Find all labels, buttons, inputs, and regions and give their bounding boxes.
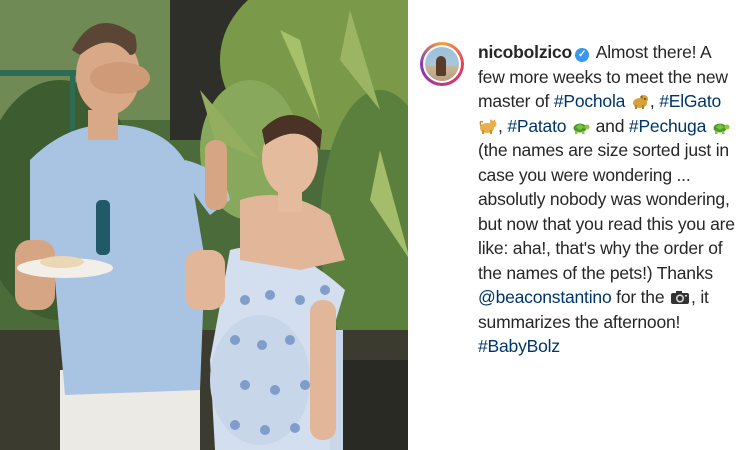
avatar-figure bbox=[436, 56, 446, 76]
camera-emoji-icon bbox=[671, 291, 690, 304]
hashtag-pechuga[interactable]: #Pechuga bbox=[629, 116, 706, 136]
mention-beaconstantino[interactable]: @beaconstantino bbox=[478, 287, 612, 307]
hashtag-patato[interactable]: #Patato bbox=[507, 116, 566, 136]
separator: , bbox=[498, 115, 503, 136]
avatar-image bbox=[425, 47, 459, 81]
caption-panel: nicobolzico ✓ Almost there! A few more we… bbox=[414, 0, 750, 450]
turtle-emoji-icon bbox=[713, 123, 730, 134]
turtle-emoji-icon bbox=[573, 123, 590, 134]
username-link[interactable]: nicobolzico bbox=[478, 42, 572, 62]
and-text: and bbox=[595, 115, 625, 136]
caption-body: (the names are size sorted just in case … bbox=[478, 140, 735, 283]
instagram-post: nicobolzico ✓ Almost there! A few more we… bbox=[0, 0, 750, 450]
cat-emoji-icon bbox=[479, 118, 497, 134]
post-caption: nicobolzico ✓ Almost there! A few more we… bbox=[478, 40, 740, 450]
post-photo[interactable] bbox=[0, 0, 409, 450]
hashtag-pochola[interactable]: #Pochola bbox=[554, 91, 626, 111]
separator: , bbox=[649, 91, 655, 111]
dog-emoji-icon bbox=[632, 95, 648, 109]
avatar[interactable] bbox=[420, 42, 464, 86]
avatar-ring bbox=[423, 45, 461, 83]
verified-badge-icon: ✓ bbox=[575, 48, 590, 62]
for-the-text: for the bbox=[616, 287, 665, 307]
hashtag-elgato[interactable]: #ElGato bbox=[659, 91, 721, 111]
hashtag-babybolz[interactable]: #BabyBolz bbox=[478, 336, 560, 356]
